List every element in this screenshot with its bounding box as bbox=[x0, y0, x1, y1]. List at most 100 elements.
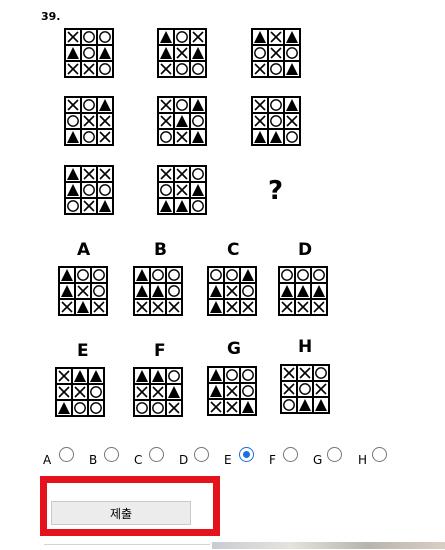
option-label-a: A bbox=[77, 240, 91, 260]
option-grid-c bbox=[207, 266, 257, 316]
circle-icon bbox=[190, 198, 206, 214]
x-mark-icon bbox=[281, 365, 297, 381]
x-mark-icon bbox=[208, 399, 224, 415]
x-mark-icon bbox=[268, 29, 284, 45]
x-mark-icon bbox=[174, 166, 190, 182]
x-mark-icon bbox=[174, 45, 190, 61]
triangle-icon bbox=[166, 384, 182, 400]
radio-label-h: H bbox=[358, 453, 368, 467]
option-grid-h bbox=[280, 364, 330, 414]
triangle-icon bbox=[284, 97, 300, 113]
circle-icon bbox=[134, 400, 150, 416]
x-mark-icon bbox=[56, 368, 72, 384]
triangle-icon bbox=[174, 198, 190, 214]
x-mark-icon bbox=[158, 61, 174, 77]
circle-icon bbox=[65, 113, 81, 129]
circle-icon bbox=[81, 45, 97, 61]
x-mark-icon bbox=[150, 299, 166, 315]
x-mark-icon bbox=[224, 283, 240, 299]
answer-radio-group: A B C D E F G H bbox=[0, 445, 445, 471]
x-mark-icon bbox=[158, 97, 174, 113]
circle-icon bbox=[295, 267, 311, 283]
x-mark-icon bbox=[75, 283, 91, 299]
circle-icon bbox=[190, 166, 206, 182]
footer-divider bbox=[44, 544, 210, 550]
radio-button-a[interactable] bbox=[59, 447, 74, 462]
x-mark-icon bbox=[284, 113, 300, 129]
circle-icon bbox=[174, 97, 190, 113]
option-grid-d bbox=[278, 266, 328, 316]
triangle-icon bbox=[158, 45, 174, 61]
x-mark-icon bbox=[166, 299, 182, 315]
x-mark-icon bbox=[190, 29, 206, 45]
radio-button-d[interactable] bbox=[194, 447, 209, 462]
puzzle-grid-4 bbox=[64, 96, 114, 146]
circle-icon bbox=[158, 182, 174, 198]
circle-icon bbox=[268, 113, 284, 129]
circle-icon bbox=[97, 29, 113, 45]
triangle-icon bbox=[158, 198, 174, 214]
x-mark-icon bbox=[224, 299, 240, 315]
radio-button-b[interactable] bbox=[104, 447, 119, 462]
circle-icon bbox=[174, 29, 190, 45]
circle-icon bbox=[150, 267, 166, 283]
triangle-icon bbox=[150, 283, 166, 299]
footer-image-strip bbox=[212, 542, 445, 549]
submit-button[interactable]: 제출 bbox=[51, 501, 191, 525]
radio-label-g: G bbox=[313, 453, 323, 467]
radio-button-h[interactable] bbox=[372, 447, 387, 462]
puzzle-grid-2 bbox=[157, 28, 207, 78]
x-mark-icon bbox=[91, 299, 107, 315]
radio-label-f: F bbox=[269, 453, 276, 467]
triangle-icon bbox=[190, 97, 206, 113]
triangle-icon bbox=[208, 283, 224, 299]
x-mark-icon bbox=[97, 166, 113, 182]
radio-button-c[interactable] bbox=[149, 447, 164, 462]
radio-button-e[interactable] bbox=[239, 447, 254, 462]
radio-button-f[interactable] bbox=[283, 447, 298, 462]
x-mark-icon bbox=[166, 400, 182, 416]
circle-icon bbox=[65, 198, 81, 214]
radio-label-b: B bbox=[89, 453, 98, 467]
puzzle-grid-5 bbox=[157, 96, 207, 146]
x-mark-icon bbox=[97, 113, 113, 129]
radio-button-g[interactable] bbox=[327, 447, 342, 462]
circle-icon bbox=[91, 267, 107, 283]
circle-icon bbox=[88, 400, 104, 416]
option-grid-a bbox=[58, 266, 108, 316]
circle-icon bbox=[284, 129, 300, 145]
triangle-icon bbox=[190, 129, 206, 145]
triangle-icon bbox=[134, 267, 150, 283]
circle-icon bbox=[224, 367, 240, 383]
puzzle-grid-7 bbox=[64, 165, 114, 215]
circle-icon bbox=[75, 267, 91, 283]
x-mark-icon bbox=[59, 299, 75, 315]
circle-icon bbox=[166, 267, 182, 283]
option-label-g: G bbox=[227, 339, 241, 359]
x-mark-icon bbox=[311, 299, 327, 315]
x-mark-icon bbox=[81, 61, 97, 77]
circle-icon bbox=[166, 283, 182, 299]
circle-icon bbox=[284, 45, 300, 61]
option-label-e: E bbox=[77, 341, 89, 361]
triangle-icon bbox=[134, 283, 150, 299]
option-label-h: H bbox=[298, 337, 313, 357]
x-mark-icon bbox=[56, 384, 72, 400]
circle-icon bbox=[268, 97, 284, 113]
circle-icon bbox=[174, 61, 190, 77]
x-mark-icon bbox=[150, 384, 166, 400]
triangle-icon bbox=[97, 198, 113, 214]
x-mark-icon bbox=[224, 383, 240, 399]
x-mark-icon bbox=[134, 384, 150, 400]
radio-label-c: C bbox=[134, 453, 143, 467]
x-mark-icon bbox=[268, 45, 284, 61]
triangle-icon bbox=[295, 283, 311, 299]
option-grid-f bbox=[133, 367, 183, 417]
x-mark-icon bbox=[97, 129, 113, 145]
option-label-b: B bbox=[154, 240, 167, 260]
radio-label-d: D bbox=[179, 453, 189, 467]
x-mark-icon bbox=[279, 299, 295, 315]
circle-icon bbox=[281, 397, 297, 413]
triangle-icon bbox=[72, 368, 88, 384]
triangle-icon bbox=[56, 400, 72, 416]
